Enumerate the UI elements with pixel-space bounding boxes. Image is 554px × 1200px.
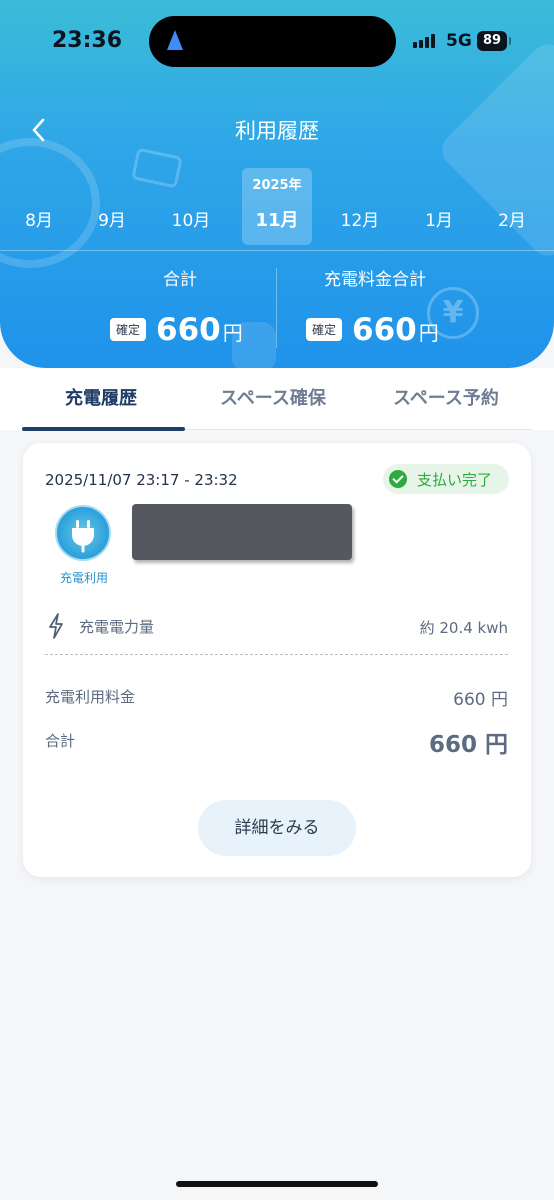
header-divider [0,250,554,251]
tab-bar: 充電履歴 スペース確保 スペース予約 [0,368,554,431]
view-details-button[interactable]: 詳細をみる [198,800,356,856]
home-indicator[interactable] [176,1181,378,1187]
total-currency: 円 [222,321,243,345]
redacted-station-info [132,504,352,560]
month-1[interactable]: 1月 [404,168,474,245]
month-11-selected[interactable]: 2025年 11月 [242,168,312,245]
total-amount: 660 [156,312,221,348]
record-total-label: 合計 [45,732,76,750]
battery-icon: 89 [477,31,507,51]
total-summary: 確定 660 円 [110,312,243,348]
dashed-divider [45,654,508,655]
header: ¥ 23:36 5G 89 利用履歴 8月 9月 10月 2025年 11月 1… [0,0,554,368]
tab-space-secure[interactable]: スペース確保 [220,384,326,410]
fee-label: 充電利用料金 [45,688,136,706]
charging-plug-icon [55,505,111,561]
network-type: 5G [446,31,472,51]
active-tab-indicator [22,427,185,431]
month-8[interactable]: 8月 [4,168,74,245]
battery-nub [509,37,511,45]
charge-total-amount: 660 [352,312,417,348]
charge-total-currency: 円 [418,321,439,345]
confirmed-badge: 確定 [110,318,147,341]
month-9[interactable]: 9月 [77,168,147,245]
month-12[interactable]: 12月 [325,168,395,245]
charge-total-summary: 確定 660 円 [306,312,439,348]
year-label: 2025年 [252,178,302,193]
tab-charging-history[interactable]: 充電履歴 [65,384,137,410]
usage-type-label: 充電利用 [59,571,108,585]
lightning-icon [49,613,63,639]
summary-divider [276,268,277,348]
month-10[interactable]: 10月 [156,168,226,245]
month-selector: 8月 9月 10月 2025年 11月 12月 1月 2月 [0,168,554,245]
charging-record-card: 2025/11/07 23:17 - 23:32 支払い完了 充電利用 充電電力… [23,443,531,877]
charge-total-label: 充電料金合計 [324,270,426,290]
status-badge: 支払い完了 [383,464,509,494]
energy-value: 約 20.4 kwh [419,619,508,637]
navigation-arrow-icon [167,30,183,50]
month-2[interactable]: 2月 [477,168,547,245]
total-label: 合計 [163,270,197,290]
month-label: 11月 [255,210,299,231]
dynamic-island [149,16,396,67]
record-total-value: 660 円 [428,732,508,758]
confirmed-badge: 確定 [306,318,343,341]
energy-label: 充電電力量 [79,618,155,636]
record-datetime: 2025/11/07 23:17 - 23:32 [45,471,238,489]
tab-space-reservation[interactable]: スペース予約 [393,384,499,410]
page-title: 利用履歴 [235,119,319,143]
check-circle-icon [389,470,407,488]
fee-value: 660 円 [453,690,508,710]
status-text: 支払い完了 [417,470,493,489]
status-time: 23:36 [52,28,123,53]
cellular-signal-icon [413,34,439,48]
